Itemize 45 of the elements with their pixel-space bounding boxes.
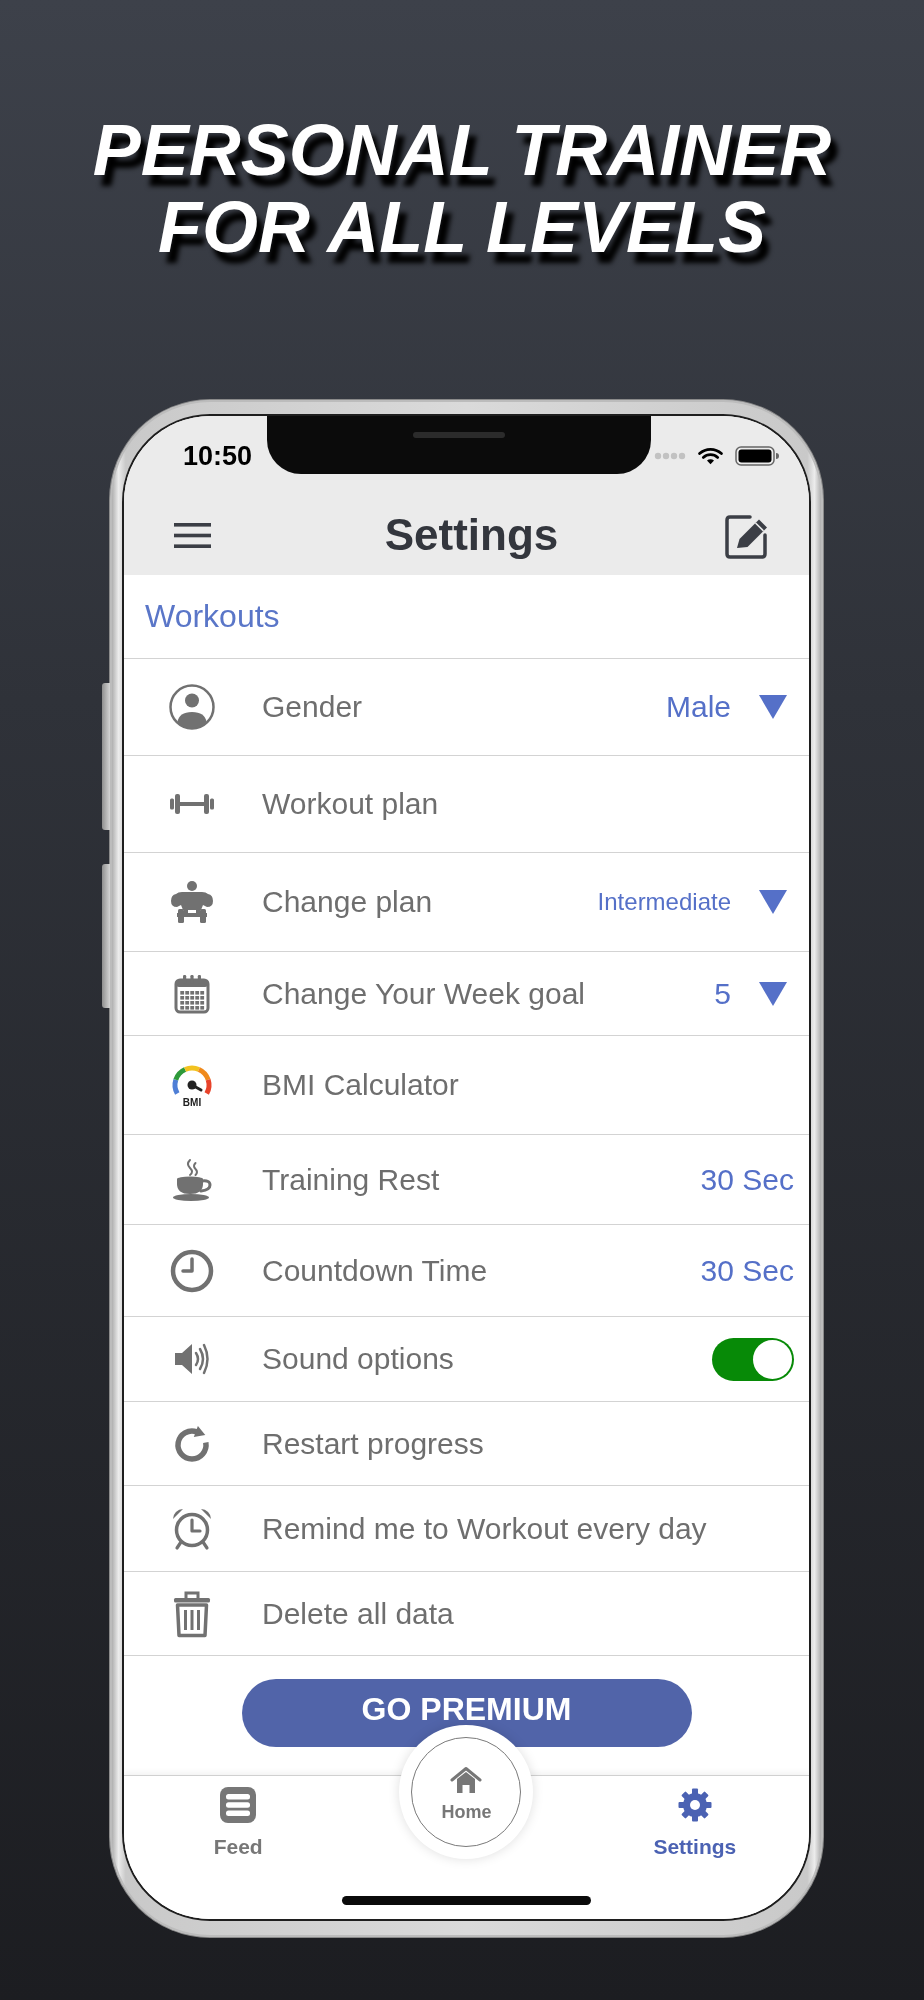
toggle-switch[interactable] <box>712 1337 794 1381</box>
dropdown[interactable]: Intermediate <box>597 887 794 917</box>
headline: PERSONAL TRAINER FOR ALL LEVELS <box>91 112 833 266</box>
home-button[interactable]: Home <box>399 1725 534 1859</box>
caret-icon <box>759 890 787 914</box>
clock-icon <box>170 1248 214 1293</box>
status-time: 10:50 <box>183 442 253 470</box>
setting-label[interactable]: BMI Calculator <box>262 1067 459 1103</box>
battery-icon <box>735 446 779 466</box>
home-icon <box>450 1765 483 1794</box>
bodybuilder-icon <box>169 880 215 924</box>
tab[interactable]: Feed <box>213 1787 263 1859</box>
setting-label: Change plan <box>262 884 433 920</box>
person-icon <box>169 684 215 730</box>
trash-icon <box>172 1589 212 1638</box>
value-text: 30 Sec <box>700 1252 794 1289</box>
list-icon <box>220 1787 257 1823</box>
dumbbell-icon <box>169 792 215 816</box>
setting-label[interactable]: Delete all data <box>262 1595 454 1632</box>
caret-icon <box>759 695 787 719</box>
speaker-icon <box>173 1341 211 1377</box>
value-text: 30 Sec <box>700 1161 794 1198</box>
calendar-icon <box>174 973 210 1014</box>
section-title: Workouts <box>145 597 280 636</box>
setting-label[interactable]: Workout plan <box>262 786 439 822</box>
setting-label: Training Rest <box>262 1161 440 1198</box>
dropdown[interactable]: Male <box>665 689 794 725</box>
wifi-icon <box>698 447 723 465</box>
settings-icon <box>676 1787 713 1823</box>
signal-icon <box>654 452 686 460</box>
setting-label[interactable]: Remind me to Workout every day <box>262 1510 707 1547</box>
page-title: Settings <box>384 511 559 560</box>
tab[interactable]: Settings <box>653 1787 737 1859</box>
coffee-cup-icon <box>171 1157 213 1202</box>
premium-button[interactable]: GO PREMIUM <box>241 1679 692 1747</box>
menu-icon[interactable] <box>174 523 211 548</box>
edit-icon[interactable] <box>723 512 769 559</box>
setting-label: Countdown Time <box>262 1252 488 1289</box>
setting-label: Sound options <box>262 1341 454 1377</box>
setting-label: Change Your Week goal <box>262 975 586 1012</box>
dropdown[interactable]: 5 <box>714 975 794 1012</box>
setting-label: Gender <box>262 689 363 725</box>
gauge-label: BMI <box>182 1096 202 1108</box>
caret-icon <box>759 981 787 1006</box>
setting-label[interactable]: Restart progress <box>262 1425 484 1462</box>
